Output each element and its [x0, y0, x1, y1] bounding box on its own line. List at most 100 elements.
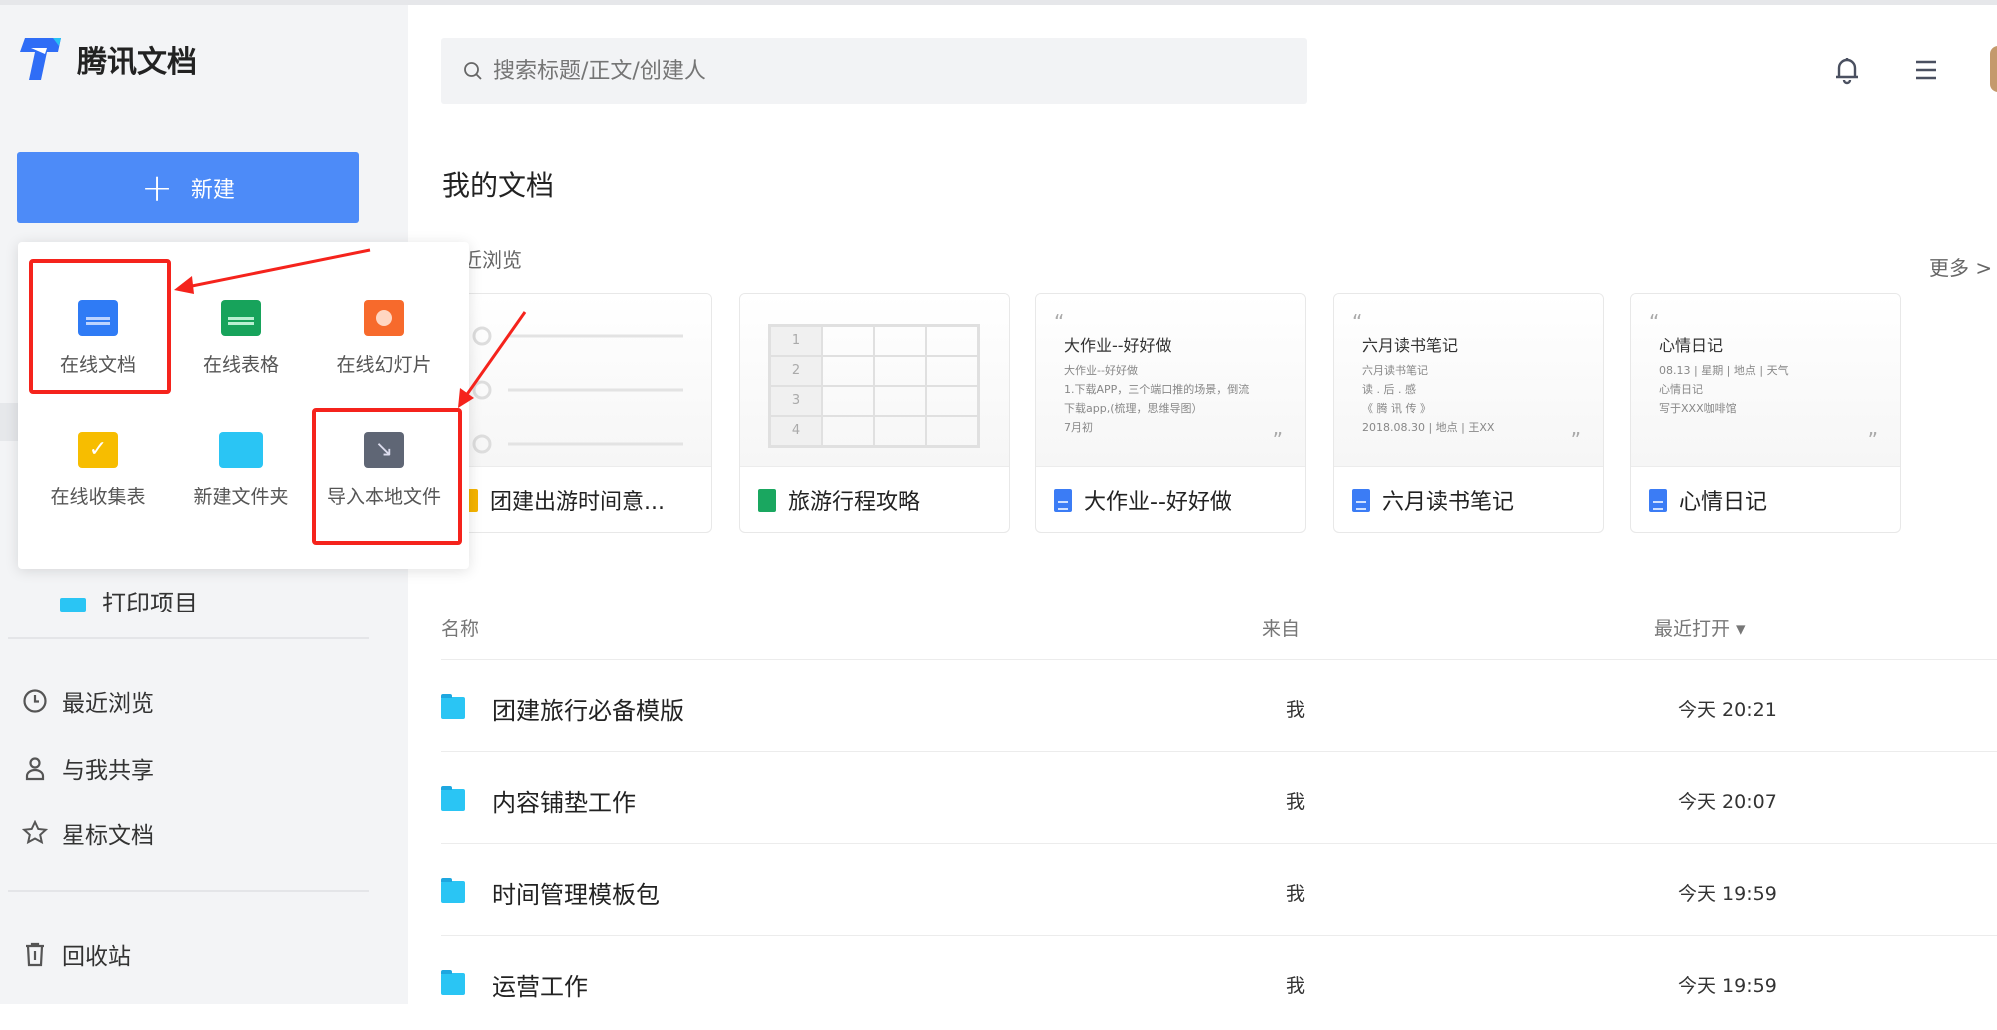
preview-line: 下载app,(梳理，思维导图） [1064, 402, 1203, 415]
folder-icon [219, 432, 263, 468]
preview-line: 7月初 [1064, 421, 1093, 434]
table-row[interactable]: 内容铺垫工作 我 今天 20:07 [441, 754, 1997, 846]
preview-line: 08.13 | 星期 | 地点 | 天气 [1659, 364, 1789, 377]
card-title: 旅游行程攻略 [788, 490, 921, 515]
preview-line: 读 . 后 . 感 [1362, 383, 1416, 396]
card-title: 六月读书笔记 [1382, 490, 1515, 515]
doc-icon [1352, 488, 1370, 512]
row-from: 我 [1286, 974, 1306, 997]
sidebar-divider [8, 637, 369, 639]
new-button[interactable]: + 新建 [17, 152, 359, 223]
close-quote-icon: ” [1867, 428, 1878, 452]
star-icon [22, 820, 48, 845]
highlight-box-online-doc [29, 259, 171, 394]
new-online-sheet[interactable]: 在线表格 [171, 300, 311, 377]
card-preview [442, 294, 711, 467]
menu-item-label: 在线表格 [202, 354, 279, 376]
more-link[interactable]: 更多 > [1929, 252, 1992, 281]
card-title: 团建出游时间意... [490, 490, 665, 515]
recent-card[interactable]: 团建出游时间意... [441, 293, 712, 533]
menu-item-label: 在线幻灯片 [336, 354, 432, 376]
row-from: 我 [1286, 882, 1306, 905]
preview-line: 写于XXX咖啡馆 [1659, 402, 1737, 415]
tencent-docs-logo-icon [20, 38, 61, 80]
open-quote-icon: “ [1352, 310, 1363, 334]
slide-icon [364, 300, 404, 336]
recent-card[interactable]: 1 2 3 4 旅游行程攻略 [739, 293, 1010, 533]
sheet-row-number: 3 [770, 386, 822, 416]
folder-icon [441, 970, 465, 995]
recent-card[interactable]: “ 大作业--好好做 大作业--好好做 1.下载APP，三个端口推的场景，倒流 … [1035, 293, 1306, 533]
avatar[interactable] [1990, 46, 1997, 92]
doc-icon [1649, 488, 1667, 512]
search-box[interactable] [441, 38, 1307, 104]
page-title: 我的文档 [442, 169, 555, 202]
card-preview: 1 2 3 4 [740, 294, 1009, 467]
card-preview: “ 大作业--好好做 大作业--好好做 1.下载APP，三个端口推的场景，倒流 … [1036, 294, 1305, 467]
table-row[interactable]: 运营工作 我 今天 19:59 [441, 938, 1997, 1030]
sheet-icon [221, 300, 261, 336]
preview-line: 《 腾 讯 传 》 [1362, 402, 1431, 415]
close-quote-icon: ” [1570, 428, 1581, 452]
card-preview: “ 六月读书笔记 六月读书笔记 读 . 后 . 感 《 腾 讯 传 》 2018… [1334, 294, 1603, 467]
row-from: 我 [1286, 790, 1306, 813]
table-row[interactable]: 时间管理模板包 我 今天 19:59 [441, 846, 1997, 938]
new-button-label: 新建 [190, 177, 235, 203]
preview-title: 心情日记 [1659, 336, 1724, 355]
sidebar-item-recent[interactable]: 最近浏览 [22, 684, 154, 718]
card-title: 大作业--好好做 [1084, 490, 1232, 515]
column-header-last-opened[interactable]: 最近打开 ▾ [1654, 614, 1746, 641]
row-name: 团建旅行必备模版 [492, 696, 684, 725]
recent-card[interactable]: “ 六月读书笔记 六月读书笔记 读 . 后 . 感 《 腾 讯 传 》 2018… [1333, 293, 1604, 533]
preview-title: 大作业--好好做 [1064, 336, 1172, 355]
trash-icon [26, 942, 44, 967]
form-preview-graphic [472, 326, 683, 454]
sidebar-item-label: 星标文档 [62, 823, 154, 849]
doc-icon [1054, 488, 1072, 512]
new-folder[interactable]: 新建文件夹 [171, 432, 311, 509]
sidebar-item-starred[interactable]: 星标文档 [22, 816, 154, 850]
row-from: 我 [1286, 698, 1306, 721]
person-icon [25, 757, 45, 781]
folder-icon [60, 598, 86, 612]
row-name: 时间管理模板包 [492, 880, 660, 909]
form-icon: ✓ [78, 432, 118, 468]
preview-line: 大作业--好好做 [1064, 364, 1138, 377]
preview-line: 2018.08.30 | 地点 | 王XX [1362, 421, 1495, 434]
open-quote-icon: “ [1649, 310, 1660, 334]
column-header-from[interactable]: 来自 [1262, 614, 1300, 641]
table-divider [441, 843, 1997, 844]
recent-card[interactable]: “ 心情日记 08.13 | 星期 | 地点 | 天气 心情日记 写于XXX咖啡… [1630, 293, 1901, 533]
app-logo[interactable]: 腾讯文档 [17, 36, 197, 82]
table-row[interactable]: 团建旅行必备模版 我 今天 20:21 [441, 662, 1997, 754]
row-opened: 今天 20:21 [1678, 698, 1777, 721]
sidebar-folder-item[interactable]: 打印项目 [60, 592, 198, 612]
menu-icon[interactable] [1914, 58, 1938, 82]
menu-item-label: 新建文件夹 [193, 486, 289, 508]
sheet-row-number: 2 [770, 356, 822, 386]
sidebar-item-shared[interactable]: 与我共享 [22, 751, 154, 785]
app-name: 腾讯文档 [77, 45, 197, 80]
search-icon [464, 62, 482, 80]
column-header-name[interactable]: 名称 [441, 614, 479, 641]
sheet-icon [758, 488, 776, 512]
close-quote-icon: ” [1272, 428, 1283, 452]
sidebar-item-trash[interactable]: 回收站 [22, 937, 131, 971]
sidebar-item-label: 最近浏览 [62, 691, 154, 717]
preview-line: 1.下载APP，三个端口推的场景，倒流 [1064, 383, 1250, 396]
plus-icon: + [141, 165, 173, 210]
preview-title: 六月读书笔记 [1362, 336, 1459, 355]
folder-label: 打印项目 [102, 592, 198, 612]
table-divider [441, 751, 1997, 752]
sheet-preview-grid: 1 2 3 4 [768, 324, 980, 448]
folder-icon [441, 786, 465, 811]
sidebar-item-label: 与我共享 [62, 758, 154, 784]
search-input[interactable] [493, 58, 1193, 84]
new-online-slides[interactable]: 在线幻灯片 [314, 300, 454, 377]
new-online-form[interactable]: ✓ 在线收集表 [28, 432, 168, 509]
row-opened: 今天 19:59 [1678, 974, 1777, 997]
bell-icon[interactable] [1833, 55, 1861, 85]
row-name: 内容铺垫工作 [492, 788, 636, 817]
card-preview: “ 心情日记 08.13 | 星期 | 地点 | 天气 心情日记 写于XXX咖啡… [1631, 294, 1900, 467]
folder-icon [441, 694, 465, 719]
